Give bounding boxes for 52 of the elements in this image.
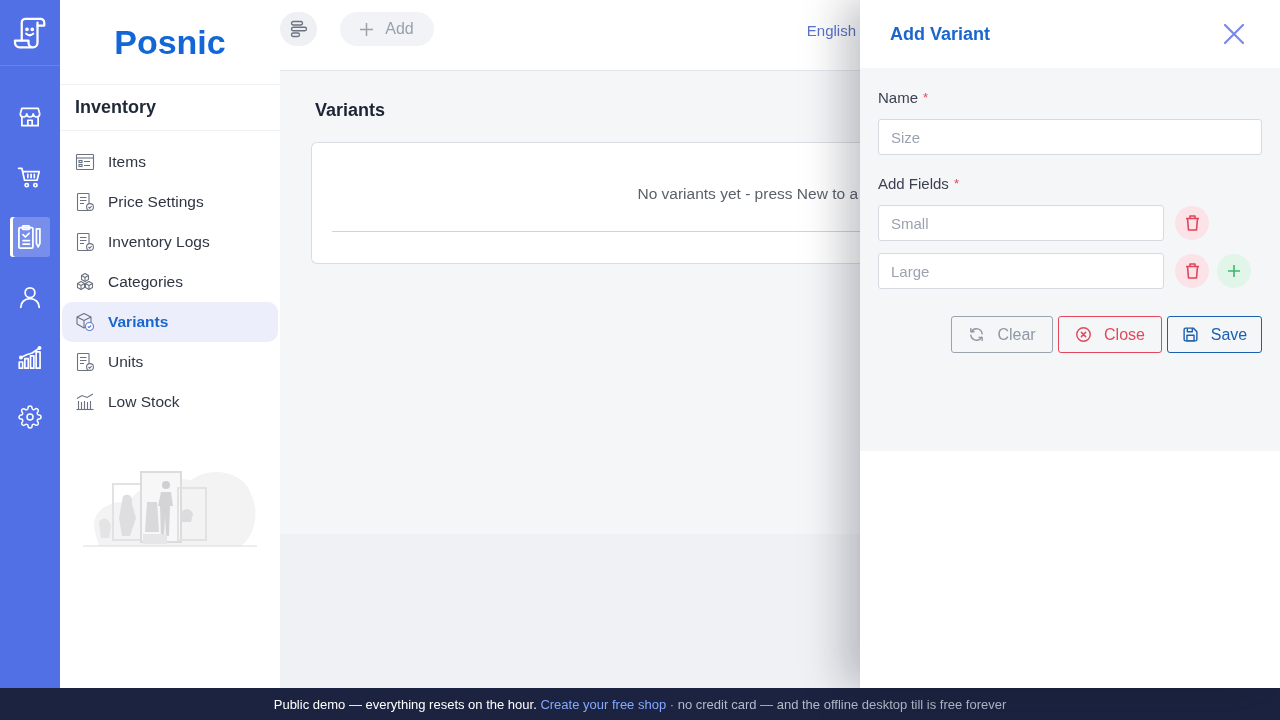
list-window-icon xyxy=(75,152,95,172)
page-title: Variants xyxy=(315,99,386,121)
rail-nav-button[interactable] xyxy=(10,217,50,257)
sidebar-item[interactable]: Price Settings xyxy=(62,182,278,222)
create-shop-link[interactable]: Create your free shop xyxy=(540,696,667,712)
sidebar-item[interactable]: Low Stock xyxy=(62,382,278,422)
sidebar-item[interactable]: Inventory Logs xyxy=(62,222,278,262)
drawer-title: Add Variant xyxy=(890,23,991,45)
option-field[interactable]: Large xyxy=(878,253,1164,289)
menu-icon xyxy=(289,20,308,38)
clipboard-icon xyxy=(16,223,44,251)
refresh-icon xyxy=(968,326,986,343)
close-button[interactable] xyxy=(1223,23,1245,45)
demo-notice: Public demo — everything resets on the hour. Create your free shop · no credit card — and the offline desktop till is free forever xyxy=(273,696,1007,712)
sidebar-item[interactable]: Items xyxy=(62,142,278,182)
plus-icon xyxy=(360,22,374,36)
document-check-icon xyxy=(75,232,95,252)
close-button[interactable]: Close xyxy=(1058,316,1162,353)
shopping-cart-icon xyxy=(17,164,43,190)
close-icon xyxy=(1223,23,1245,45)
option-field[interactable]: Small xyxy=(878,205,1164,241)
name-field[interactable]: Size xyxy=(878,119,1262,155)
required-mark: * xyxy=(923,89,929,107)
sidebar-item[interactable]: Variants xyxy=(62,302,278,342)
field-label: Name xyxy=(878,88,918,108)
bar-chart-icon xyxy=(16,343,44,371)
add-field-button[interactable] xyxy=(1217,254,1251,288)
storefront-icon xyxy=(17,104,43,130)
required-mark: * xyxy=(953,175,959,193)
close-circle-icon xyxy=(1075,326,1093,343)
trash-icon xyxy=(1184,215,1200,231)
trash-icon xyxy=(1184,263,1200,279)
document-check-icon xyxy=(75,192,95,212)
delete-button[interactable] xyxy=(1175,206,1209,240)
bar-chart-icon xyxy=(75,392,95,412)
plus-icon xyxy=(1228,265,1240,277)
user-icon xyxy=(17,284,43,310)
box-check-icon xyxy=(75,312,95,332)
empty-message: No variants yet - press New to a xyxy=(637,185,858,202)
cubes-icon xyxy=(75,272,95,292)
brand-logo: Posnic xyxy=(114,22,226,62)
save-button[interactable]: Save xyxy=(1167,316,1262,353)
delete-button[interactable] xyxy=(1175,254,1209,288)
save-icon xyxy=(1181,326,1199,343)
document-check-icon xyxy=(75,352,95,372)
settings-icon xyxy=(18,405,42,429)
sidebar-item[interactable]: Units xyxy=(62,342,278,382)
sidebar-item[interactable]: Categories xyxy=(62,262,278,302)
language-selector[interactable]: English xyxy=(806,22,856,39)
section-title: Inventory xyxy=(75,97,157,118)
field-label: Add Fields xyxy=(878,174,949,194)
menu-button[interactable] xyxy=(280,12,317,46)
